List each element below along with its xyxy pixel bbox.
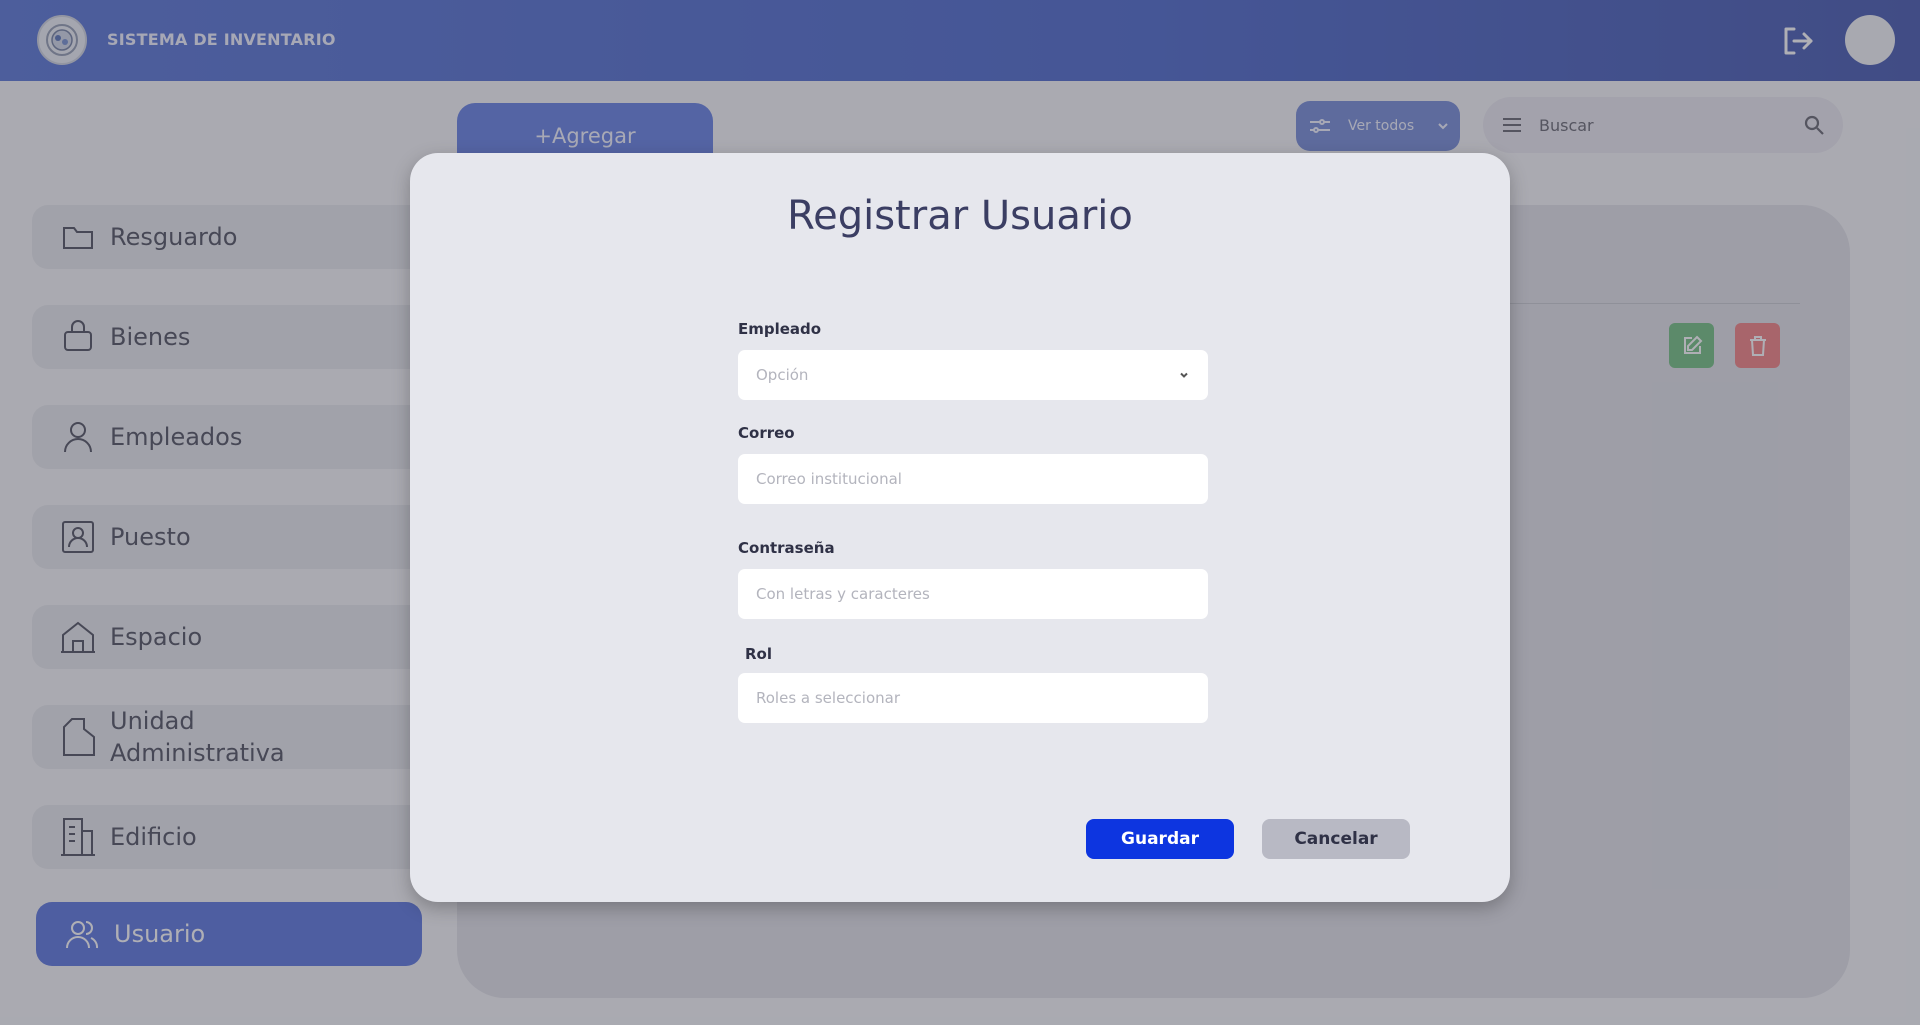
cancel-button[interactable]: Cancelar: [1262, 819, 1410, 859]
contrasena-label: Contraseña: [738, 539, 835, 557]
modal-title: Registrar Usuario: [787, 193, 1133, 239]
register-user-modal: Registrar Usuario Empleado Opción Correo…: [410, 153, 1510, 902]
save-button[interactable]: Guardar: [1086, 819, 1234, 859]
empleado-label: Empleado: [738, 320, 822, 338]
empleado-select-value: Opción: [756, 366, 809, 384]
email-field[interactable]: [738, 454, 1208, 504]
rol-label: Rol: [745, 645, 772, 663]
password-field[interactable]: [738, 569, 1208, 619]
empleado-select[interactable]: Opción: [738, 350, 1208, 400]
correo-label: Correo: [738, 424, 795, 442]
chevron-down-icon: [1180, 372, 1188, 378]
role-field[interactable]: [738, 673, 1208, 723]
